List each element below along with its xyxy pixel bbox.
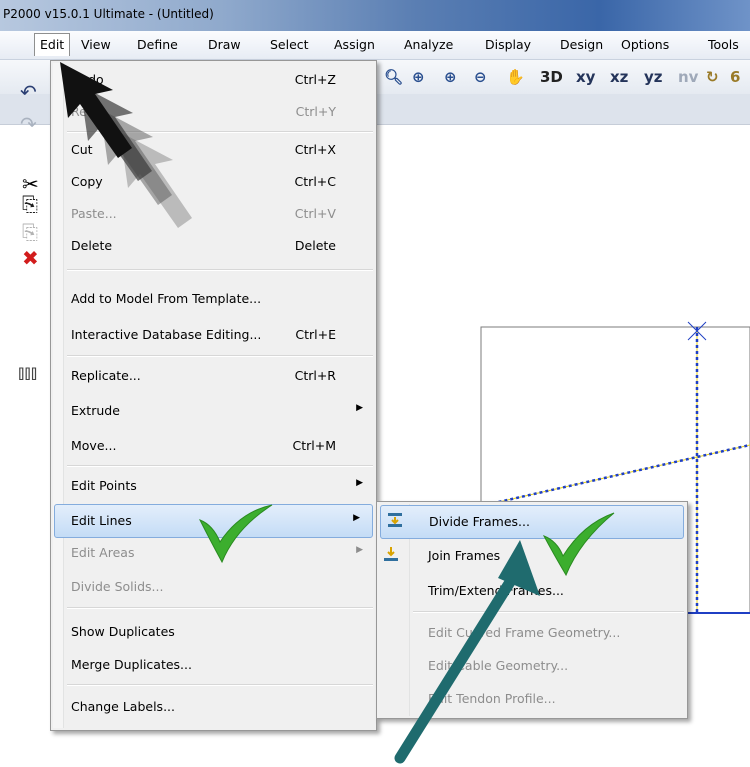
- redo-icon: ↷: [20, 112, 37, 136]
- undo-icon: ↶: [20, 80, 37, 104]
- menu-item-database-editing[interactable]: Interactive Database Editing... Ctrl+E: [51, 319, 376, 351]
- menu-separator: [67, 131, 373, 133]
- menu-item-extrude[interactable]: Extrude ▶: [51, 395, 376, 427]
- paste-icon: ⎘: [22, 220, 38, 244]
- submenu-item-cable-geometry[interactable]: Edit Cable Geometry...: [377, 650, 687, 682]
- submenu-item-curved-geometry[interactable]: Edit Curved Frame Geometry...: [377, 617, 687, 649]
- delete-icon: ✖: [22, 246, 39, 270]
- menu-item-redo[interactable]: Redo Ctrl+Y: [51, 96, 376, 128]
- menu-item-undo[interactable]: Undo Ctrl+Z: [51, 64, 376, 96]
- edit-menu: Undo Ctrl+Z Redo Ctrl+Y Cut Ctrl+X Copy …: [50, 60, 377, 731]
- copy-icon: ⎘: [22, 192, 38, 216]
- menu-item-edit-points[interactable]: Edit Points ▶: [51, 470, 376, 502]
- menu-item-delete[interactable]: Delete Delete: [51, 230, 376, 262]
- divide-frames-icon: [388, 513, 402, 527]
- menu-item-change-labels[interactable]: Change Labels...: [51, 691, 376, 723]
- menu-separator: [67, 355, 373, 357]
- submenu-item-divide-frames[interactable]: Divide Frames...: [380, 505, 684, 539]
- menu-item-edit-lines[interactable]: Edit Lines ▶: [54, 504, 373, 538]
- menu-item-merge-duplicates[interactable]: Merge Duplicates...: [51, 649, 376, 681]
- replicate-icon: ⫾⫾⫾: [18, 360, 38, 384]
- submenu-item-tendon-profile[interactable]: Edit Tendon Profile...: [377, 683, 687, 715]
- submenu-arrow-icon: ▶: [356, 478, 363, 488]
- menu-item-copy[interactable]: Copy Ctrl+C: [51, 166, 376, 198]
- menu-item-cut[interactable]: Cut Ctrl+X: [51, 134, 376, 166]
- join-frames-icon: [384, 547, 398, 561]
- menu-item-edit-areas[interactable]: Edit Areas ▶: [51, 537, 376, 569]
- submenu-arrow-icon: ▶: [356, 403, 363, 413]
- menu-item-add-template[interactable]: Add to Model From Template...: [51, 283, 376, 315]
- menu-item-move[interactable]: Move... Ctrl+M: [51, 430, 376, 462]
- submenu-item-join-frames[interactable]: Join Frames: [377, 540, 687, 572]
- edit-lines-submenu: Divide Frames... Join Frames Trim/Extend…: [376, 501, 688, 719]
- menu-item-replicate[interactable]: Replicate... Ctrl+R: [51, 360, 376, 392]
- submenu-item-trim-extend[interactable]: Trim/Extend Frames...: [377, 575, 687, 607]
- submenu-arrow-icon: ▶: [353, 513, 360, 523]
- menu-separator: [413, 611, 684, 613]
- menu-separator: [67, 684, 373, 686]
- menu-item-divide-solids[interactable]: Divide Solids...: [51, 571, 376, 603]
- menu-separator: [67, 269, 373, 271]
- menu-item-paste[interactable]: Paste... Ctrl+V: [51, 198, 376, 230]
- menu-separator: [67, 465, 373, 467]
- edit-icon-strip: ↶ ↷ ✂ ⎘ ⎘ ✖ ⫾⫾⫾: [0, 60, 50, 760]
- menu-separator: [67, 607, 373, 609]
- menu-item-show-duplicates[interactable]: Show Duplicates: [51, 616, 376, 648]
- submenu-arrow-icon: ▶: [356, 545, 363, 555]
